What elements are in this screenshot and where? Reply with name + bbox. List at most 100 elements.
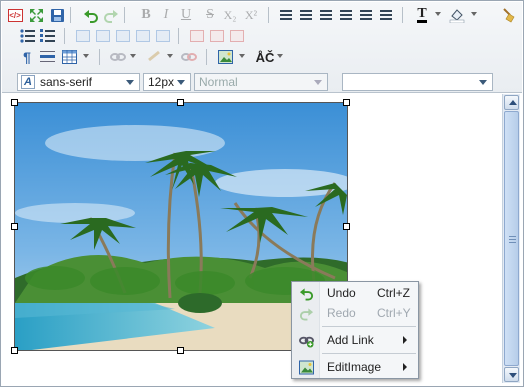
special-chars-button[interactable]: ÅČ	[252, 48, 278, 66]
source-code-button[interactable]: </>	[6, 6, 24, 24]
numbered-list-icon	[39, 29, 55, 42]
edit-image-label: EditImage	[327, 360, 382, 374]
arrow-up-icon	[509, 100, 517, 105]
outdent-icon	[360, 10, 372, 20]
font-family-select[interactable]: A sans-serif	[17, 73, 140, 91]
resize-handle-bottom-left[interactable]	[11, 347, 18, 354]
bold-button[interactable]: B	[137, 6, 155, 24]
font-size-value: 12px	[148, 75, 175, 89]
paragraph-button[interactable]: ¶	[18, 48, 36, 66]
outdent-button[interactable]	[357, 6, 375, 24]
horizontal-rule-button[interactable]	[38, 48, 56, 66]
image-icon	[217, 50, 233, 64]
anchor-link-icon	[148, 50, 160, 62]
anchor-dropdown-arrow[interactable]	[167, 54, 173, 58]
undo-icon	[84, 9, 98, 23]
resize-handle-top-right[interactable]	[343, 99, 350, 106]
strikethrough-button[interactable]: S	[201, 6, 219, 24]
undo-shortcut: Ctrl+Z	[377, 286, 410, 300]
scrollbar-thumb[interactable]	[504, 111, 519, 366]
clean-format-button[interactable]	[500, 6, 518, 24]
insert-table-button[interactable]	[60, 48, 78, 66]
fullscreen-button[interactable]	[27, 6, 45, 24]
highlight-color-icon	[449, 9, 465, 23]
resize-handle-bottom[interactable]	[177, 347, 184, 354]
unlink-button[interactable]	[180, 48, 198, 66]
superscript-button[interactable]: X²	[242, 6, 260, 24]
table-insert-col-after-button[interactable]	[134, 27, 152, 45]
redo-icon	[299, 308, 314, 321]
toolbar-separator	[70, 7, 71, 23]
unordered-list-button[interactable]	[18, 27, 36, 45]
table-insert-col-before-button[interactable]	[114, 27, 132, 45]
undo-button[interactable]	[82, 6, 100, 24]
table-delete-row-icon	[190, 30, 204, 42]
special-chars-dropdown-arrow[interactable]	[277, 54, 283, 58]
style-select[interactable]	[342, 73, 493, 91]
align-right-button[interactable]	[337, 6, 355, 24]
font-color-icon: T	[417, 5, 427, 23]
format-block-value: Normal	[199, 75, 238, 89]
context-menu-edit-image[interactable]: EditImage	[293, 357, 417, 377]
source-code-icon: </>	[7, 8, 23, 22]
context-menu-add-link[interactable]: Add Link	[293, 330, 417, 350]
editor-toolbar: </> B I U S X₂ X² T ¶ ÅČ A sans-serif 12…	[2, 2, 522, 93]
scroll-down-button[interactable]	[504, 367, 519, 382]
submenu-arrow-icon	[403, 363, 407, 371]
save-icon	[50, 8, 64, 22]
insert-table-dropdown-arrow[interactable]	[83, 54, 89, 58]
format-block-select[interactable]: Normal	[194, 73, 328, 91]
table-delete-col-button[interactable]	[208, 27, 226, 45]
unlink-icon	[181, 53, 197, 61]
scroll-up-button[interactable]	[504, 95, 519, 110]
chevron-down-icon	[177, 80, 185, 85]
context-menu: Undo Ctrl+Z Redo Ctrl+Y Add Link EditIma…	[291, 281, 419, 379]
special-chars-icon: ÅČ	[255, 49, 275, 65]
redo-label: Redo	[327, 306, 356, 320]
resize-handle-right[interactable]	[343, 223, 350, 230]
context-menu-undo[interactable]: Undo Ctrl+Z	[293, 283, 417, 303]
font-color-dropdown-arrow[interactable]	[435, 12, 441, 16]
save-button[interactable]	[48, 6, 66, 24]
font-family-value: sans-serif	[40, 75, 93, 89]
insert-link-dropdown-arrow[interactable]	[130, 54, 136, 58]
insert-image-button[interactable]	[216, 48, 234, 66]
highlight-color-button[interactable]	[448, 6, 466, 24]
indent-button[interactable]	[377, 6, 395, 24]
redo-icon	[104, 9, 118, 23]
ordered-list-button[interactable]	[38, 27, 56, 45]
context-menu-redo[interactable]: Redo Ctrl+Y	[293, 303, 417, 323]
table-delete-button[interactable]	[228, 27, 246, 45]
align-justify-button[interactable]	[317, 6, 335, 24]
table-icon	[61, 50, 77, 64]
redo-button[interactable]	[102, 6, 120, 24]
font-size-select[interactable]: 12px	[143, 73, 191, 91]
insert-image-dropdown-arrow[interactable]	[239, 54, 245, 58]
bold-icon: B	[141, 7, 151, 22]
underline-button[interactable]: U	[177, 6, 195, 24]
pilcrow-icon: ¶	[23, 49, 31, 65]
font-icon: A	[21, 75, 35, 89]
resize-handle-top[interactable]	[177, 99, 184, 106]
highlight-color-dropdown-arrow[interactable]	[471, 12, 477, 16]
align-center-button[interactable]	[297, 6, 315, 24]
table-delete-row-button[interactable]	[188, 27, 206, 45]
add-link-icon	[299, 336, 314, 348]
editor-content-area[interactable]	[3, 94, 502, 383]
subscript-icon: X₂	[223, 8, 237, 22]
table-merge-cells-button[interactable]	[154, 27, 172, 45]
italic-button[interactable]: I	[157, 6, 175, 24]
resize-handle-left[interactable]	[11, 223, 18, 230]
align-left-button[interactable]	[277, 6, 295, 24]
table-insert-row-after-button[interactable]	[94, 27, 112, 45]
table-merge-icon	[156, 30, 170, 42]
resize-handle-top-left[interactable]	[11, 99, 18, 106]
italic-icon: I	[163, 7, 169, 22]
font-color-button[interactable]: T	[413, 6, 431, 24]
anchor-button[interactable]	[146, 48, 164, 66]
table-column-icon	[136, 30, 150, 42]
table-insert-row-before-button[interactable]	[74, 27, 92, 45]
subscript-button[interactable]: X₂	[221, 6, 239, 24]
insert-link-button[interactable]	[109, 48, 127, 66]
vertical-scrollbar[interactable]	[502, 94, 520, 383]
